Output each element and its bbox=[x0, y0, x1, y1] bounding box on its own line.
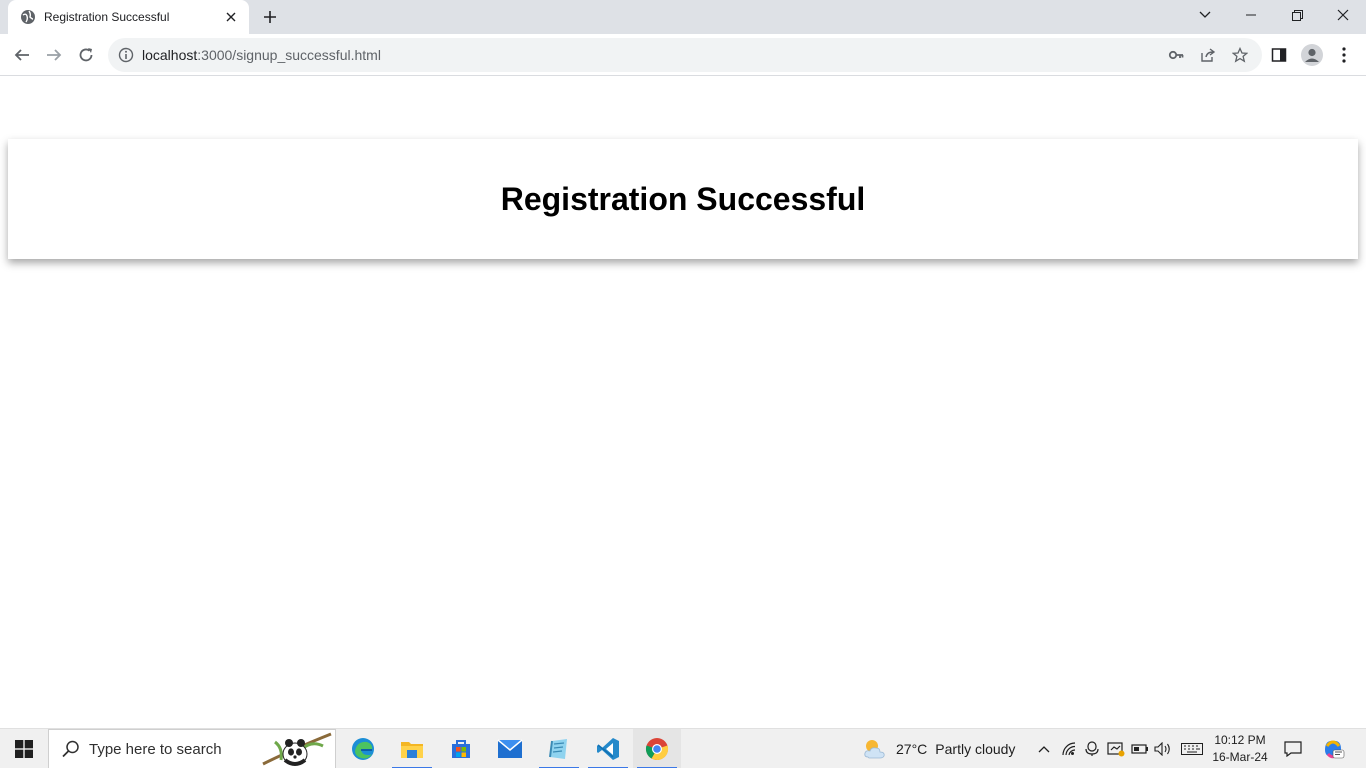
page-heading: Registration Successful bbox=[500, 180, 866, 217]
forward-button[interactable] bbox=[38, 39, 70, 71]
weather-temperature: 27°C bbox=[896, 741, 928, 757]
page-content: Registration Successful bbox=[0, 77, 1366, 728]
address-bar[interactable]: localhost:3000/signup_successful.html bbox=[108, 38, 1262, 72]
weather-condition: Partly cloudy bbox=[935, 741, 1016, 757]
side-panel-button[interactable] bbox=[1263, 39, 1295, 71]
url-host: localhost bbox=[142, 47, 198, 63]
battery-icon[interactable] bbox=[1128, 729, 1152, 768]
show-hidden-icons-chevron-up-icon[interactable] bbox=[1032, 729, 1056, 768]
network-alert-icon[interactable] bbox=[1104, 729, 1128, 768]
share-icon[interactable] bbox=[1200, 47, 1216, 63]
tab-search-button[interactable] bbox=[1182, 0, 1228, 30]
partly-cloudy-icon bbox=[864, 740, 885, 759]
profile-avatar[interactable] bbox=[1296, 39, 1328, 71]
new-tab-button[interactable] bbox=[258, 5, 282, 29]
notification-center-icon[interactable] bbox=[1280, 729, 1306, 768]
notepad-icon[interactable] bbox=[535, 729, 583, 768]
bookmark-star-icon[interactable] bbox=[1232, 47, 1248, 63]
close-tab-icon[interactable] bbox=[223, 9, 239, 25]
key-icon[interactable] bbox=[1168, 47, 1184, 63]
reload-button[interactable] bbox=[70, 39, 102, 71]
keyboard-input-icon[interactable] bbox=[1179, 729, 1205, 768]
wifi-icon[interactable] bbox=[1057, 729, 1081, 768]
url-path: :3000/signup_successful.html bbox=[197, 47, 381, 63]
volume-icon[interactable] bbox=[1151, 729, 1175, 768]
mail-icon[interactable] bbox=[486, 729, 534, 768]
edge-icon[interactable] bbox=[339, 729, 387, 768]
minimize-button[interactable] bbox=[1228, 0, 1274, 30]
weather-widget[interactable]: 27°C Partly cloudy bbox=[862, 729, 1015, 768]
vscode-icon[interactable] bbox=[584, 729, 632, 768]
taskbar-clock[interactable]: 10:12 PM 16-Mar-24 bbox=[1206, 729, 1274, 768]
browser-tab[interactable]: Registration Successful bbox=[8, 0, 249, 34]
store-icon[interactable] bbox=[437, 729, 485, 768]
tab-strip: Registration Successful bbox=[0, 0, 1366, 34]
more-menu-icon[interactable] bbox=[1328, 39, 1360, 71]
chrome-icon[interactable] bbox=[633, 729, 681, 768]
windows-start-button[interactable] bbox=[0, 729, 48, 768]
copilot-preview-icon[interactable] bbox=[1318, 729, 1348, 768]
restore-button[interactable] bbox=[1274, 0, 1320, 30]
tab-title: Registration Successful bbox=[44, 10, 170, 24]
taskbar: Type here to search 27°C Partly cloudy 1… bbox=[0, 728, 1366, 768]
search-placeholder: Type here to search bbox=[89, 740, 222, 758]
browser-toolbar: localhost:3000/signup_successful.html bbox=[0, 34, 1366, 76]
clock-time: 10:12 PM bbox=[1214, 733, 1266, 747]
url-text: localhost:3000/signup_successful.html bbox=[142, 47, 381, 63]
file-explorer-icon[interactable] bbox=[388, 729, 436, 768]
success-banner: Registration Successful bbox=[8, 139, 1358, 259]
taskbar-search-box[interactable]: Type here to search bbox=[48, 729, 336, 768]
meet-now-icon[interactable] bbox=[1080, 729, 1104, 768]
back-button[interactable] bbox=[6, 39, 38, 71]
globe-icon bbox=[20, 9, 36, 25]
close-window-button[interactable] bbox=[1320, 0, 1366, 30]
clock-date: 16-Mar-24 bbox=[1212, 750, 1268, 764]
windows-logo-icon bbox=[15, 740, 33, 758]
search-highlight-panda-icon bbox=[262, 732, 332, 766]
site-info-icon[interactable] bbox=[118, 47, 134, 63]
search-icon bbox=[62, 740, 79, 758]
